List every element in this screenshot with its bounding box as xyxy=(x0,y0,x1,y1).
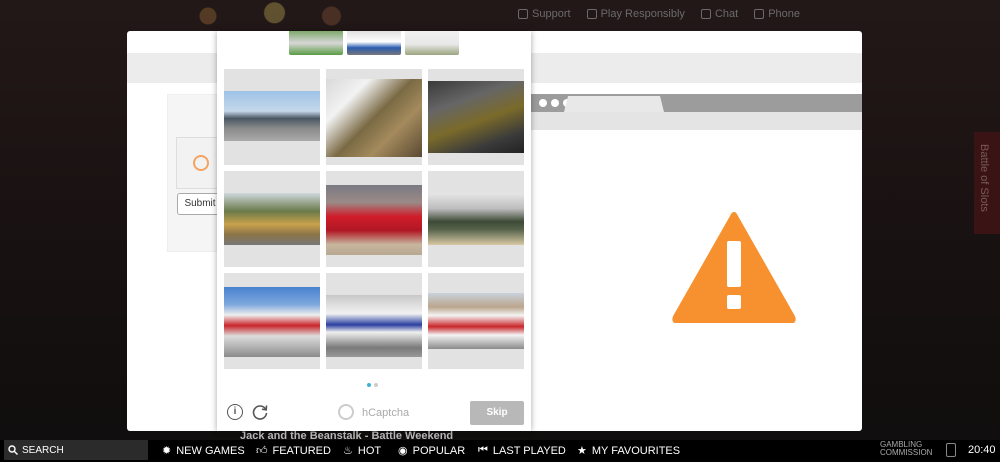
flame-icon: ♨ xyxy=(343,445,353,457)
tile-image xyxy=(428,293,524,349)
info-icon[interactable]: i xyxy=(227,404,243,420)
tile-street[interactable] xyxy=(326,69,422,165)
browser-dot xyxy=(551,99,559,107)
tile-military-truck[interactable] xyxy=(428,171,524,267)
chat-link[interactable]: Chat xyxy=(700,8,739,20)
example-image xyxy=(347,31,401,55)
battery-icon xyxy=(946,443,956,457)
star-burst-icon: ✹ xyxy=(162,445,172,457)
play-responsibly-link[interactable]: Play Responsibly xyxy=(586,8,685,20)
search-label: SEARCH xyxy=(22,444,64,456)
page-dot xyxy=(374,383,378,387)
tile-image xyxy=(224,91,320,141)
nav-new-games[interactable]: ✹ NEW GAMES xyxy=(162,444,245,458)
tile-image xyxy=(224,193,320,245)
tile-image xyxy=(224,287,320,357)
support-link[interactable]: Support xyxy=(518,8,571,20)
hcaptcha-brand: hCaptcha xyxy=(362,407,410,419)
skip-button[interactable]: Skip xyxy=(470,401,524,425)
page-dot-active xyxy=(367,383,371,387)
star-icon: ★ xyxy=(577,445,587,457)
tile-bus-white[interactable] xyxy=(326,273,422,369)
phone-icon xyxy=(754,9,765,19)
refresh-icon[interactable] xyxy=(251,403,269,421)
support-icon xyxy=(518,9,529,19)
warning-icon xyxy=(672,212,796,323)
play-responsibly-label: Play Responsibly xyxy=(600,8,685,20)
tile-bus-red[interactable] xyxy=(224,273,320,369)
nav-last-played[interactable]: ⏮ LAST PLAYED xyxy=(478,444,566,457)
browser-illustration-strip xyxy=(531,112,862,130)
nav-label: NEW GAMES xyxy=(176,444,245,457)
nav-my-favourites[interactable]: ★ MY FAVOURITES xyxy=(577,444,681,458)
nav-hot[interactable]: ♨ HOT xyxy=(343,444,382,458)
rewind-icon: ⏮ xyxy=(478,444,488,456)
top-navigation: Support Play Responsibly Chat Phone xyxy=(518,8,800,20)
page-indicator xyxy=(367,383,378,387)
browser-illustration-tab xyxy=(564,96,664,112)
support-label: Support xyxy=(532,8,571,20)
tile-image xyxy=(326,295,422,357)
tile-bus-yellow[interactable] xyxy=(224,171,320,267)
bottom-taskbar: SEARCH ✹ NEW GAMES 👍︎ FEATURED ♨ HOT ◉ POPUL… xyxy=(0,440,1000,462)
example-image xyxy=(289,31,343,55)
commission-line2: COMMISSION xyxy=(880,448,933,457)
gambling-commission-logo[interactable]: GAMBLING COMMISSION xyxy=(880,441,932,457)
nav-featured[interactable]: 👍︎ FEATURED xyxy=(256,444,331,458)
phone-label: Phone xyxy=(768,8,800,20)
captcha-loading-icon xyxy=(193,155,209,171)
nav-label: LAST PLAYED xyxy=(492,444,566,457)
browser-dot xyxy=(539,99,547,107)
search-icon xyxy=(8,445,18,455)
clock: 20:40 xyxy=(968,444,996,456)
tile-image xyxy=(326,79,422,157)
tile-airplane[interactable] xyxy=(224,69,320,165)
phone-link[interactable]: Phone xyxy=(754,8,800,20)
side-tab-label: Battle of Slots xyxy=(978,144,990,212)
nav-label: POPULAR xyxy=(412,444,466,457)
nav-label: FEATURED xyxy=(272,444,331,457)
hcaptcha-logo-icon xyxy=(338,404,354,420)
chat-label: Chat xyxy=(714,8,739,20)
example-image xyxy=(405,31,459,55)
thumbs-up-icon: 👍︎ xyxy=(256,445,268,457)
tile-red-car[interactable] xyxy=(326,171,422,267)
play-responsibly-icon xyxy=(586,9,597,19)
tile-image xyxy=(428,193,524,245)
tile-image xyxy=(428,81,524,153)
nav-label: HOT xyxy=(357,444,382,457)
tile-motorbike[interactable] xyxy=(428,69,524,165)
chat-icon xyxy=(700,9,711,19)
search-input[interactable]: SEARCH xyxy=(4,440,148,460)
nav-popular[interactable]: ◉ POPULAR xyxy=(398,444,466,458)
tile-image xyxy=(326,185,422,255)
nav-label: MY FAVOURITES xyxy=(591,444,681,457)
hcaptcha-challenge: i hCaptcha Skip xyxy=(217,31,531,431)
side-promo-tab[interactable]: Battle of Slots xyxy=(974,132,1000,234)
tile-bus-red-white[interactable] xyxy=(428,273,524,369)
site-logo-decoration xyxy=(170,0,360,32)
example-images xyxy=(289,31,459,55)
chat-bubble-icon: ◉ xyxy=(398,445,408,457)
